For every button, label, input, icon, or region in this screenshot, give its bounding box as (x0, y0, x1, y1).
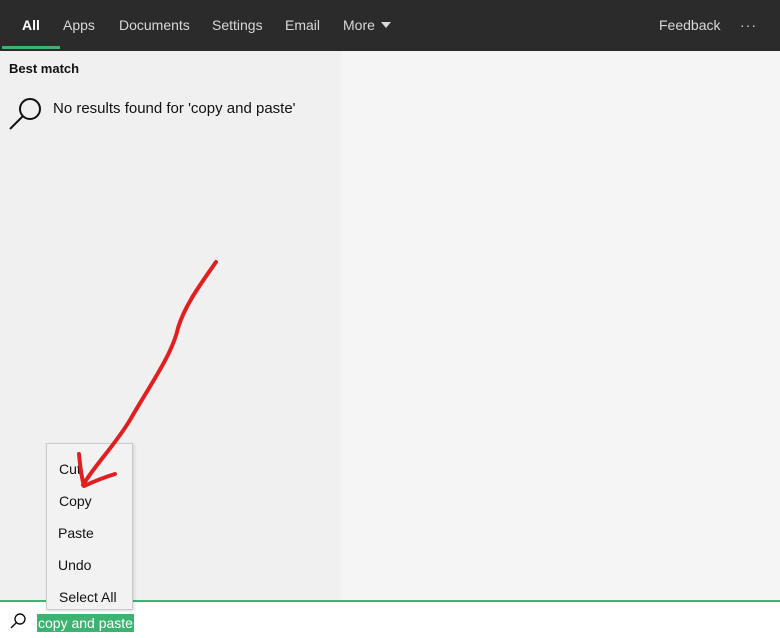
search-icon (10, 613, 26, 629)
tab-documents[interactable]: Documents (119, 0, 190, 51)
best-match-heading: Best match (9, 61, 80, 76)
more-options-button[interactable]: ··· (740, 0, 757, 51)
feedback-button[interactable]: Feedback (659, 0, 720, 51)
tab-settings[interactable]: Settings (212, 0, 263, 51)
tab-email[interactable]: Email (285, 0, 320, 51)
tab-more-label: More (343, 17, 375, 33)
menu-item-paste[interactable]: Paste (58, 525, 94, 541)
menu-item-select-all[interactable]: Select All (59, 589, 117, 605)
caret-down-icon (380, 22, 391, 28)
menu-item-cut[interactable]: Cut (59, 461, 81, 477)
menu-item-copy[interactable]: Copy (59, 493, 92, 509)
tab-all[interactable]: All (2, 0, 60, 51)
context-menu: Cut Copy Paste Undo Select All (46, 443, 133, 610)
preview-panel (341, 51, 780, 600)
tab-more[interactable]: More (343, 0, 391, 51)
tab-apps[interactable]: Apps (63, 0, 95, 51)
menu-item-undo[interactable]: Undo (58, 557, 91, 573)
search-input[interactable]: copy and paste (37, 614, 134, 632)
top-nav-bar: All Apps Documents Settings Email More F… (0, 0, 780, 51)
search-icon (9, 98, 41, 130)
no-results-message: No results found for 'copy and paste' (53, 100, 296, 117)
